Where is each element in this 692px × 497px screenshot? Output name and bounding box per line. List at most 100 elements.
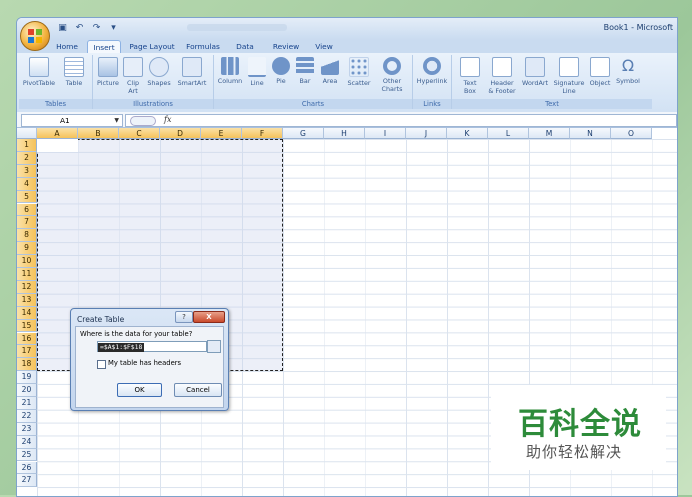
tab-formulas[interactable]: Formulas <box>183 40 223 53</box>
tab-page-layout[interactable]: Page Layout <box>127 40 177 53</box>
column-header-j[interactable]: J <box>406 128 447 139</box>
object-button[interactable]: Object <box>587 57 613 87</box>
column-header-f[interactable]: F <box>242 128 283 139</box>
clip-art-icon <box>123 57 143 77</box>
range-input[interactable]: =$A$1:$F$18 <box>97 341 207 352</box>
formula-input[interactable]: fx <box>125 114 677 127</box>
row-header-5[interactable]: 5 <box>17 190 37 204</box>
other-charts-icon <box>383 57 401 75</box>
row-header-18[interactable]: 18 <box>17 358 37 372</box>
row-header-2[interactable]: 2 <box>17 151 37 165</box>
close-button[interactable]: X <box>193 311 225 323</box>
wordart-icon <box>525 57 545 77</box>
clip-art-button[interactable]: Clip Art <box>123 57 143 95</box>
signature-line-button[interactable]: Signature Line <box>552 57 586 95</box>
row-header-26[interactable]: 26 <box>17 461 37 475</box>
row-header-14[interactable]: 14 <box>17 306 37 320</box>
range-value: =$A$1:$F$18 <box>98 343 145 352</box>
undo-icon[interactable]: ↶ <box>74 23 85 33</box>
symbol-button[interactable]: Ω Symbol <box>614 56 642 86</box>
group-label-text: Text <box>452 99 652 109</box>
header-footer-icon <box>492 57 512 77</box>
row-header-10[interactable]: 10 <box>17 255 37 268</box>
wordart-button[interactable]: WordArt <box>519 57 551 87</box>
text-box-button[interactable]: Text Box <box>456 57 484 95</box>
table-button[interactable]: Table <box>59 57 89 87</box>
column-header-n[interactable]: N <box>570 128 611 139</box>
pivottable-button[interactable]: PivotTable <box>21 57 57 87</box>
row-header-16[interactable]: 16 <box>17 332 37 346</box>
row-header-13[interactable]: 13 <box>17 293 37 307</box>
tab-data[interactable]: Data <box>231 40 259 53</box>
active-cell[interactable] <box>37 139 78 152</box>
row-header-15[interactable]: 15 <box>17 319 37 333</box>
picture-button[interactable]: Picture <box>95 57 121 87</box>
scatter-chart-button[interactable]: Scatter <box>344 57 374 87</box>
column-header-l[interactable]: L <box>488 128 529 139</box>
row-header-3[interactable]: 3 <box>17 164 37 178</box>
office-button[interactable] <box>20 21 50 51</box>
headers-checkbox[interactable] <box>97 360 106 369</box>
row-header-22[interactable]: 22 <box>17 409 37 423</box>
column-header-c[interactable]: C <box>119 128 160 139</box>
group-label-links: Links <box>413 99 451 109</box>
row-header-6[interactable]: 6 <box>17 203 37 217</box>
column-header-k[interactable]: K <box>447 128 488 139</box>
insert-function-button[interactable]: fx <box>164 115 171 124</box>
row-header-24[interactable]: 24 <box>17 435 37 449</box>
hyperlink-button[interactable]: Hyperlink <box>415 57 449 85</box>
headers-checkbox-label: My table has headers <box>108 359 182 367</box>
line-chart-button[interactable]: Line <box>246 57 268 87</box>
tab-home[interactable]: Home <box>51 40 83 53</box>
pie-chart-button[interactable]: Pie <box>270 57 292 85</box>
tab-review[interactable]: Review <box>269 40 303 53</box>
row-header-8[interactable]: 8 <box>17 229 37 243</box>
select-all-corner[interactable] <box>17 128 37 139</box>
row-header-12[interactable]: 12 <box>17 280 37 294</box>
row-header-25[interactable]: 25 <box>17 448 37 462</box>
column-header-a[interactable]: A <box>37 128 78 139</box>
area-chart-icon <box>321 57 339 75</box>
row-header-4[interactable]: 4 <box>17 177 37 191</box>
row-header-21[interactable]: 21 <box>17 397 37 410</box>
column-header-h[interactable]: H <box>324 128 365 139</box>
group-label-charts: Charts <box>214 99 412 109</box>
row-header-7[interactable]: 7 <box>17 216 37 230</box>
ok-button[interactable]: OK <box>117 383 162 397</box>
save-icon[interactable]: ▣ <box>57 23 68 33</box>
column-chart-button[interactable]: Column <box>216 57 244 85</box>
row-header-17[interactable]: 17 <box>17 345 37 359</box>
row-header-20[interactable]: 20 <box>17 384 37 397</box>
column-header-g[interactable]: G <box>283 128 324 139</box>
smartart-button[interactable]: SmartArt <box>175 57 209 87</box>
column-header-b[interactable]: B <box>78 128 119 139</box>
shapes-button[interactable]: Shapes <box>145 57 173 87</box>
column-header-d[interactable]: D <box>160 128 201 139</box>
row-header-27[interactable]: 27 <box>17 474 37 488</box>
other-charts-button[interactable]: Other Charts <box>376 57 408 93</box>
collapse-dialog-icon[interactable] <box>207 340 221 353</box>
redo-icon[interactable]: ↷ <box>91 23 102 33</box>
header-footer-button[interactable]: Header & Footer <box>486 57 518 95</box>
area-chart-button[interactable]: Area <box>318 57 342 85</box>
qat-dropdown-icon[interactable]: ▾ <box>108 23 119 33</box>
bar-chart-button[interactable]: Bar <box>294 57 316 85</box>
row-header-23[interactable]: 23 <box>17 422 37 436</box>
tab-view[interactable]: View <box>310 40 338 53</box>
column-header-o[interactable]: O <box>611 128 652 139</box>
row-header-1[interactable]: 1 <box>17 139 37 152</box>
row-header-19[interactable]: 19 <box>17 371 37 385</box>
symbol-icon: Ω <box>621 56 635 75</box>
group-text: Text Box Header & Footer WordArt Signatu… <box>452 55 652 109</box>
name-box[interactable]: A1 ▼ <box>21 114 123 127</box>
help-button[interactable]: ? <box>175 311 193 323</box>
tab-insert[interactable]: Insert <box>87 40 121 54</box>
column-header-i[interactable]: I <box>365 128 406 139</box>
column-header-m[interactable]: M <box>529 128 570 139</box>
column-header-e[interactable]: E <box>201 128 242 139</box>
picture-icon <box>98 57 118 77</box>
scatter-chart-icon <box>349 57 369 77</box>
row-header-9[interactable]: 9 <box>17 242 37 256</box>
cancel-button[interactable]: Cancel <box>174 383 222 397</box>
row-header-11[interactable]: 11 <box>17 268 37 281</box>
